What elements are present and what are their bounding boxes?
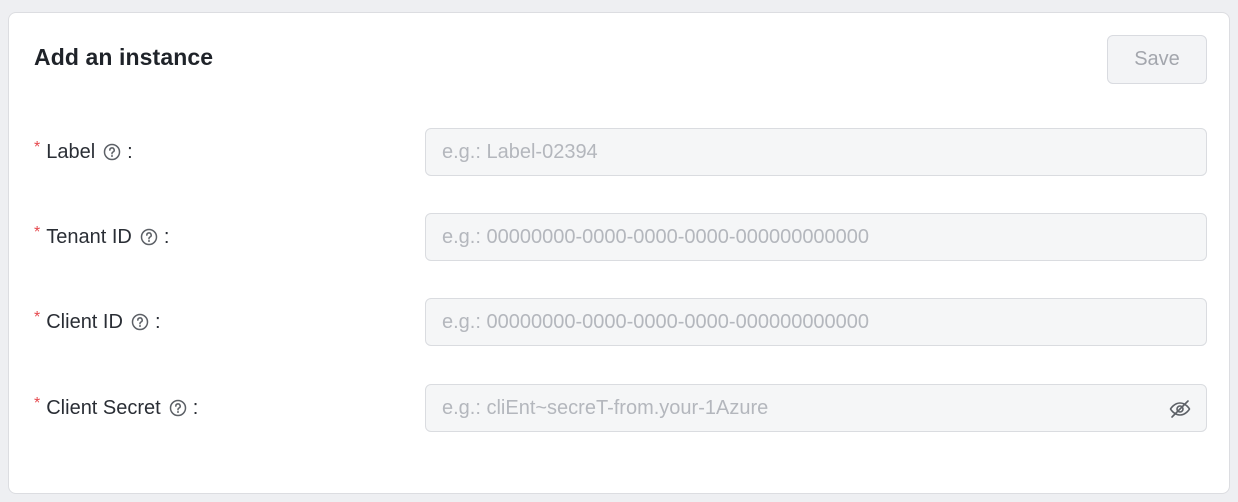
- client-id-field-label: * Client ID :: [34, 298, 161, 346]
- colon: :: [192, 396, 199, 419]
- field-label-text: Label: [46, 140, 96, 163]
- tenant-id-input-wrapper: [425, 213, 1207, 261]
- label-field-label: * Label :: [34, 128, 133, 176]
- colon: :: [163, 225, 170, 248]
- question-circle-icon[interactable]: [130, 312, 150, 332]
- field-label-text: Client Secret: [46, 396, 161, 419]
- client-id-input-wrapper: [425, 298, 1207, 346]
- colon: :: [127, 140, 133, 163]
- client-secret-input-wrapper: [425, 384, 1207, 432]
- client-id-input[interactable]: [426, 299, 1206, 345]
- add-instance-card: Add an instance Save * Label : * Tenant …: [8, 12, 1230, 494]
- field-label-text: Client ID: [46, 310, 123, 333]
- save-button[interactable]: Save: [1107, 35, 1207, 84]
- required-asterisk: *: [34, 139, 41, 156]
- question-circle-icon[interactable]: [102, 142, 122, 162]
- required-asterisk: *: [34, 309, 41, 326]
- label-input-wrapper: [425, 128, 1207, 176]
- card-title: Add an instance: [34, 44, 214, 70]
- question-circle-icon[interactable]: [139, 227, 159, 247]
- question-circle-icon[interactable]: [168, 398, 188, 418]
- label-input[interactable]: [426, 129, 1206, 175]
- tenant-id-field-label: * Tenant ID :: [34, 213, 169, 261]
- client-secret-field-label: * Client Secret :: [34, 384, 198, 432]
- required-asterisk: *: [34, 395, 41, 412]
- field-label-text: Tenant ID: [46, 225, 132, 248]
- eye-slash-icon[interactable]: [1168, 397, 1192, 421]
- client-secret-input[interactable]: [426, 385, 1206, 431]
- required-asterisk: *: [34, 224, 41, 241]
- colon: :: [154, 310, 161, 333]
- tenant-id-input[interactable]: [426, 214, 1206, 260]
